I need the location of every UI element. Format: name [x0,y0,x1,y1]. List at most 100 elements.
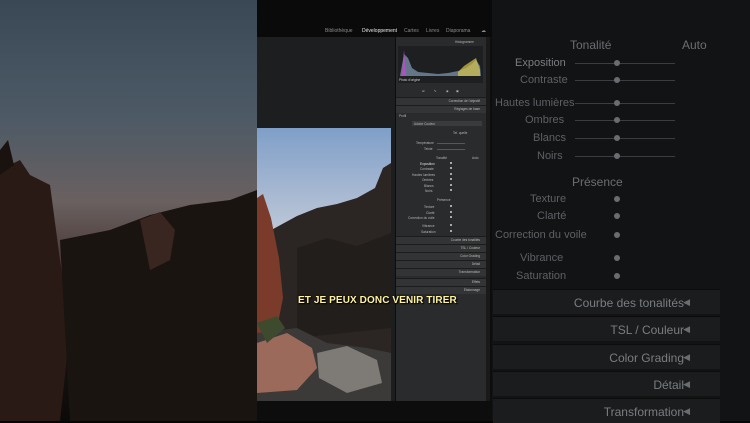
eye-icon[interactable]: ◉ [446,89,449,93]
collapse-arrow-icon: ◀ [683,406,690,416]
rp-slider[interactable] [575,80,675,81]
tone-row-blacks: Noirs [425,189,433,193]
section-calibration[interactable]: Étalonnage [396,286,486,294]
rp-slider-thumb[interactable] [614,100,620,106]
slider-thumb[interactable] [450,173,452,175]
crop-icon[interactable]: ⊞ [422,89,425,93]
section-label: TSL / Couleur [460,246,480,250]
slider-thumb[interactable] [450,167,452,169]
slider-thumb[interactable] [450,189,452,191]
rp-slider-thumb[interactable] [614,153,620,159]
rp-slider-thumb[interactable] [614,232,620,238]
rp-tone-row-1: Contraste [520,74,568,86]
histogram-label: Photo d'origine [399,78,421,82]
section-label: Color Grading [460,254,480,258]
rp-section-label: Détail [653,378,684,392]
slider-thumb[interactable] [450,162,452,164]
rp-section-hsl[interactable]: TSL / Couleur ◀ [493,316,720,341]
section-hsl[interactable]: TSL / Couleur [396,244,486,252]
slider-thumb[interactable] [450,224,452,226]
collapse-arrow-icon: ◀ [683,379,690,389]
rp-slider[interactable] [575,156,675,157]
section-label: Détail [471,262,480,266]
rp-slider-thumb[interactable] [614,273,620,279]
rp-presence-row-0: Texture [530,193,567,205]
slider-thumb[interactable] [450,205,452,207]
histogram-title: Histogramme [455,40,474,44]
rp-slider-thumb[interactable] [614,135,620,141]
rp-section-label: Courbe des tonalités [573,296,684,310]
section-effects[interactable]: Effets [396,278,486,286]
rp-slider[interactable] [575,63,675,64]
rp-tone-row-2: Hautes lumières [495,97,575,109]
section-tone-curve[interactable]: Courbe des tonalités [396,236,486,244]
rp-section-label: TSL / Couleur [610,323,684,337]
section-label: Courbe des tonalités [450,238,480,242]
tint-label: Teinte [424,147,433,151]
module-map[interactable]: Cartes [404,28,419,34]
panel-scrollbar[interactable] [486,37,490,401]
section-lens-correction[interactable]: Correction de l'objectif [396,97,486,105]
mask-icon[interactable]: ▣ [456,89,459,93]
rp-section-tone-curve[interactable]: Courbe des tonalités ◀ [493,289,720,314]
rp-slider-thumb[interactable] [614,255,620,261]
slider-thumb[interactable] [450,211,452,213]
rp-presence-row-2: Correction du voile [495,229,587,241]
rp-tone-row-5: Noirs [537,150,563,162]
presence-label: Présence [437,198,451,202]
module-develop[interactable]: Développement [362,28,397,34]
tone-row-contrast: Contraste [420,167,434,171]
collapse-arrow-icon: ◀ [683,352,690,362]
rp-tone-auto: Auto [682,38,707,52]
rp-tone-label: Tonalité [570,38,612,52]
rp-section-transformation[interactable]: Transformation ◀ [493,398,720,423]
slider-thumb[interactable] [450,230,452,232]
rp-section-label: Transformation [603,405,684,419]
section-label: Transformation [458,270,480,274]
module-library[interactable]: Bibliothèque [325,28,353,34]
rp-section-detail[interactable]: Détail ◀ [493,371,720,396]
rp-slider-thumb[interactable] [614,213,620,219]
temp-label: Température [416,141,434,145]
rp-section-label: Color Grading [609,351,684,365]
tone-auto-button[interactable]: Auto [472,156,479,160]
section-transformation[interactable]: Transformation [396,268,486,276]
rp-presence-row-1: Clarté [537,210,567,222]
rp-tone-row-3: Ombres [525,114,565,126]
rp-slider[interactable] [575,138,675,139]
tint-slider[interactable] [437,149,465,150]
presence-row-vibrance: Vibrance [422,224,435,228]
section-label: Effets [471,280,480,284]
section-color-grading[interactable]: Color Grading [396,252,486,260]
rp-presence-row-4: Saturation [516,270,567,282]
profile-select[interactable]: Adobe Couleur [412,121,482,126]
section-detail[interactable]: Détail [396,260,486,268]
module-book[interactable]: Livres [426,28,439,34]
module-slideshow[interactable]: Diaporama [446,28,470,34]
rp-section-color-grading[interactable]: Color Grading ◀ [493,344,720,369]
brush-icon[interactable]: ✎ [434,89,437,93]
section-label: Étalonnage [463,288,480,292]
left-blurred-photo [0,0,257,421]
wb-value[interactable]: Tel. quelle [453,131,467,135]
rp-slider-thumb[interactable] [614,60,620,66]
tone-row-highlights: Hautes lumières [412,173,436,177]
slider-thumb[interactable] [450,178,452,180]
slider-thumb[interactable] [450,184,452,186]
photo-preview[interactable] [257,128,391,401]
presence-row-dehaze: Correction du voile [408,216,435,220]
rp-slider-thumb[interactable] [614,196,620,202]
temp-slider[interactable] [437,143,465,144]
rp-slider[interactable] [575,103,675,104]
more-modules-icon[interactable]: ☁ [481,28,486,34]
rp-slider[interactable] [575,120,675,121]
collapse-arrow-icon: ◀ [683,324,690,334]
rp-slider-thumb[interactable] [614,77,620,83]
left-cliffs-silhouette [0,140,257,421]
tone-row-shadows: Ombres [422,178,434,182]
section-basic[interactable]: Réglages de base [396,105,486,113]
rp-slider-thumb[interactable] [614,117,620,123]
presence-row-clarity: Clarté [426,211,435,215]
photo-landscape [257,128,391,401]
slider-thumb[interactable] [450,216,452,218]
